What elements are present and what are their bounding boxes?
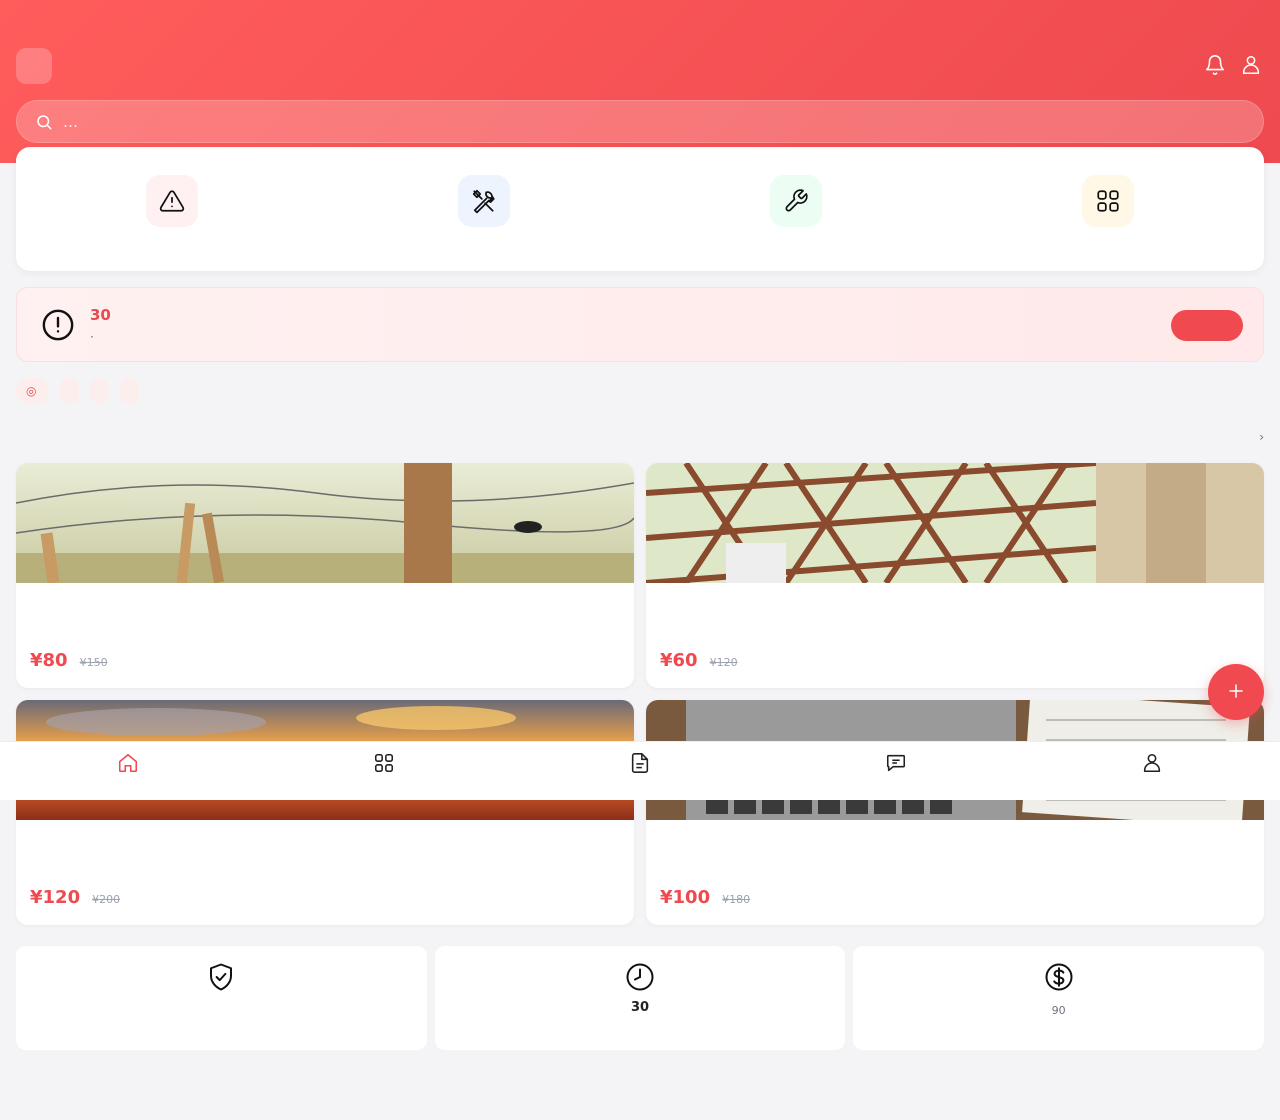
tag-item[interactable] [119, 378, 140, 404]
user-icon [1143, 753, 1161, 773]
quick-action-emergency[interactable] [16, 147, 328, 271]
price-row: ¥80 ¥150 [30, 650, 108, 671]
feature-subtitle: 90 [1051, 1004, 1066, 1017]
nav-item-orders[interactable] [512, 742, 768, 800]
service-price: ¥100 [660, 887, 711, 908]
wrench-icon [785, 189, 808, 212]
banner-call-button[interactable] [1171, 310, 1243, 341]
tools-icon [472, 189, 495, 214]
bell-icon[interactable] [1204, 54, 1226, 76]
nav-item-profile[interactable] [1024, 742, 1280, 800]
banner-title: 30 [90, 306, 111, 324]
feature-card: 30 [434, 946, 846, 1050]
price-row: ¥100 ¥180 [660, 887, 750, 908]
price-row: ¥60 ¥120 [660, 650, 738, 671]
header-actions [1204, 54, 1262, 76]
service-card[interactable]: ¥100 ¥180 [646, 700, 1264, 925]
alert-triangle-icon [159, 190, 185, 212]
quick-action-repair[interactable] [328, 147, 640, 271]
nav-item-categories[interactable] [256, 742, 512, 800]
service-image [16, 463, 634, 583]
chat-icon [886, 754, 906, 772]
view-all-link[interactable]: › [1259, 430, 1264, 444]
tag-item[interactable] [89, 378, 110, 404]
feature-list: 30 90 [16, 946, 1265, 1050]
grid-icon [1097, 190, 1119, 212]
service-price: ¥60 [660, 650, 698, 671]
feature-card: 90 [853, 946, 1265, 1050]
price-row: ¥120 ¥200 [30, 887, 120, 908]
original-price: ¥200 [92, 893, 121, 906]
service-price: ¥80 [30, 650, 68, 671]
alert-circle-icon [42, 309, 74, 341]
tag-item[interactable] [59, 378, 80, 404]
home-icon [118, 753, 138, 773]
quick-action-icon-bg [1082, 175, 1134, 227]
quick-actions [16, 147, 1264, 271]
service-card[interactable]: ¥60 ¥120 [646, 463, 1264, 688]
brand-logo [16, 48, 52, 84]
original-price: ¥180 [722, 893, 751, 906]
service-image [646, 463, 1264, 583]
clock-icon [626, 963, 654, 991]
fire-icon: ◎ [26, 384, 37, 398]
search-input[interactable] [63, 112, 1263, 131]
quick-action-icon-bg [146, 175, 198, 227]
quick-action-icon-bg [458, 175, 510, 227]
floating-action-button[interactable] [1208, 664, 1264, 720]
banner-subtitle: · [90, 330, 94, 344]
service-card[interactable]: ¥120 ¥200 [16, 700, 634, 925]
document-icon [631, 753, 649, 773]
tag-item[interactable]: ◎ [16, 378, 50, 404]
feature-card [16, 946, 427, 1050]
user-icon[interactable] [1240, 54, 1262, 76]
quick-action-all[interactable] [952, 147, 1264, 271]
quick-action-icon-bg [770, 175, 822, 227]
brand[interactable] [16, 48, 60, 84]
original-price: ¥120 [709, 656, 738, 669]
bottom-nav [0, 741, 1280, 800]
plus-icon [1229, 684, 1243, 698]
service-card[interactable]: ¥80 ¥150 [16, 463, 634, 688]
grid-icon [374, 753, 394, 773]
nav-item-home[interactable] [0, 742, 256, 800]
nav-item-messages[interactable] [768, 742, 1024, 800]
tag-list: ◎ [16, 378, 140, 404]
dollar-icon [1045, 963, 1073, 991]
shield-check-icon [210, 963, 233, 991]
quick-action-maintenance[interactable] [640, 147, 952, 271]
search-bar[interactable] [16, 100, 1264, 143]
service-price: ¥120 [30, 887, 81, 908]
feature-title: 30 [630, 1000, 650, 1015]
search-icon [37, 114, 52, 129]
original-price: ¥150 [79, 656, 108, 669]
urgent-banner: 30 · [16, 287, 1264, 362]
header [0, 0, 1280, 163]
